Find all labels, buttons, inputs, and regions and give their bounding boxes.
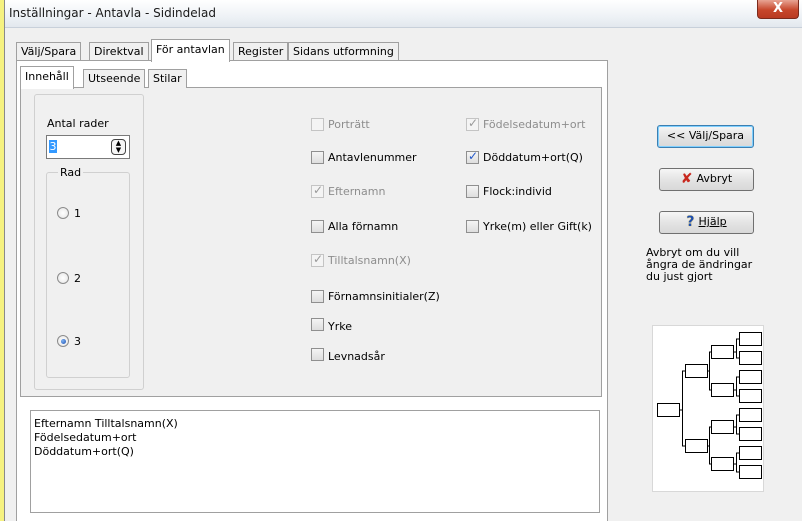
checkbox-flock-individ[interactable] <box>466 185 479 198</box>
rows-count-value[interactable]: 3 <box>49 140 57 153</box>
checkbox-doddatum[interactable] <box>466 149 479 164</box>
checkbox-fodelsedatum-label: Födelsedatum+ort <box>483 118 586 131</box>
rows-count-label: Antal rader <box>47 117 109 130</box>
checkbox-fornamnsinitialer-label: Förnamnsinitialer(Z) <box>328 290 440 303</box>
row-group-label: Rad <box>58 166 84 179</box>
stepper-arrows-icon[interactable]: ▲ ▼ <box>111 139 126 155</box>
checkbox-antavlenummer[interactable] <box>311 151 324 164</box>
help-description: Avbryt om du vill ångra de ändringar du … <box>646 246 753 283</box>
checkbox-fornamnsinitialer[interactable] <box>311 290 324 303</box>
preview-textarea[interactable]: Efternamn Tilltalsnamn(X) Födelsedatum+o… <box>30 410 600 513</box>
pedigree-tree-icon <box>657 332 762 479</box>
row-radio-1[interactable] <box>57 207 69 219</box>
subtab-utseende[interactable]: Utseende <box>83 69 146 88</box>
checkbox-yrke[interactable] <box>311 318 324 331</box>
tab-register[interactable]: Register <box>233 42 289 61</box>
checkbox-portratt[interactable] <box>311 118 324 131</box>
checkbox-efternamn[interactable] <box>311 183 324 198</box>
checkbox-portratt-label: Porträtt <box>328 118 370 131</box>
checkbox-tilltalsnamn-label: Tilltalsnamn(X) <box>328 254 411 267</box>
window-title: Inställningar - Antavla - Sidindelad <box>9 6 216 20</box>
checkbox-antavlenummer-label: Antavlenummer <box>328 151 417 164</box>
row-radio-2[interactable] <box>57 272 69 284</box>
tab-direktval[interactable]: Direktval <box>89 42 149 61</box>
tab-valj-spara[interactable]: Välj/Spara <box>16 42 82 61</box>
back-to-valj-spara-button[interactable]: << Välj/Spara <box>657 125 754 148</box>
checkbox-fodelsedatum[interactable] <box>466 116 479 131</box>
preview-line: Födelsedatum+ort <box>34 431 137 444</box>
checkbox-flock-individ-label: Flock:individ <box>483 185 552 198</box>
checkbox-alla-fornamn-label: Alla förnamn <box>328 220 399 233</box>
cancel-button-label: Avbryt <box>696 172 733 185</box>
rows-count-stepper[interactable]: 3 ▲ ▼ <box>46 135 130 159</box>
row-radio-1-label: 1 <box>74 207 81 220</box>
row-radio-3-label: 3 <box>74 335 81 348</box>
checkbox-yrke-label: Yrke <box>328 320 352 333</box>
title-bar: Inställningar - Antavla - Sidindelad X <box>5 0 802 28</box>
subtab-stilar[interactable]: Stilar <box>148 69 187 88</box>
checkbox-yrke-gift[interactable] <box>466 220 479 233</box>
checkbox-doddatum-label: Döddatum+ort(Q) <box>483 151 583 164</box>
row-radio-2-label: 2 <box>74 272 81 285</box>
checkbox-levnadsar[interactable] <box>311 348 324 361</box>
checkbox-tilltalsnamn[interactable] <box>311 252 324 267</box>
help-button-label: Hjälp <box>698 215 727 228</box>
row-radio-3[interactable] <box>57 335 69 347</box>
tab-for-antavlan[interactable]: För antavlan <box>151 39 230 62</box>
checkbox-levnadsar-label: Levnadsår <box>328 350 385 363</box>
question-mark-icon: ? <box>686 214 695 230</box>
cancel-button[interactable]: ✘ Avbryt <box>659 168 754 191</box>
subtab-innehall[interactable]: Innehåll <box>20 66 74 89</box>
preview-line: Efternamn Tilltalsnamn(X) <box>34 417 178 430</box>
tab-sidans-utformning[interactable]: Sidans utformning <box>288 42 399 61</box>
red-x-icon: ✘ <box>680 171 693 187</box>
checkbox-alla-fornamn[interactable] <box>311 220 324 233</box>
pedigree-preview-image <box>652 325 764 492</box>
preview-line: Döddatum+ort(Q) <box>34 445 134 458</box>
help-button[interactable]: ? Hjälp <box>659 211 754 234</box>
checkbox-efternamn-label: Efternamn <box>328 185 386 198</box>
close-button[interactable]: X <box>757 0 799 19</box>
checkbox-yrke-gift-label: Yrke(m) eller Gift(k) <box>483 220 592 233</box>
